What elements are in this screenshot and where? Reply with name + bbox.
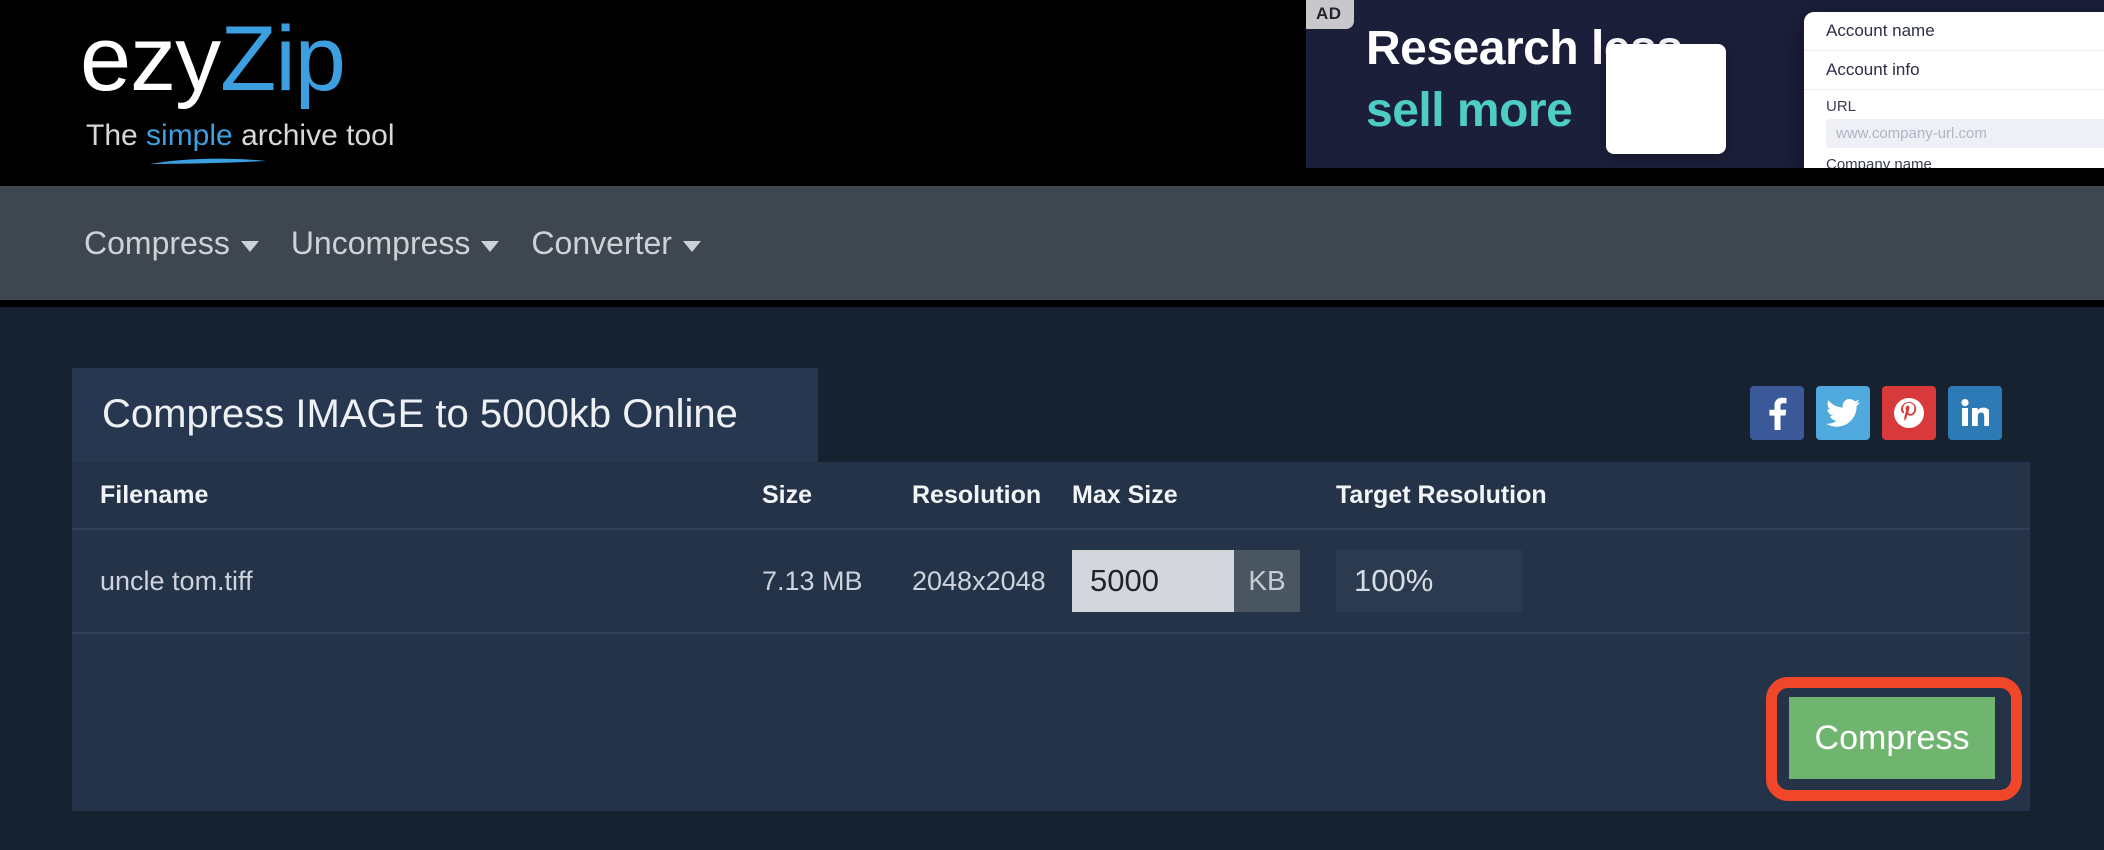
main-navbar: Compress Uncompress Converter (0, 186, 2104, 300)
table-header-row: Filename Size Resolution Max Size Target… (72, 462, 2030, 530)
nav-item-converter-label: Converter (531, 225, 672, 261)
logo-secondary-text: Zip (220, 8, 346, 110)
chevron-down-icon (240, 240, 259, 252)
ad-mock-url-label: URL (1826, 98, 1857, 115)
tagline-highlight: simple (146, 119, 233, 152)
max-size-input-group: 5000 KB (1072, 550, 1300, 612)
logo-tagline: The simple archive tool (86, 118, 395, 164)
max-size-unit-addon: KB (1234, 550, 1300, 612)
cell-filename: uncle tom.tiff (100, 565, 253, 596)
cell-size: 7.13 MB (762, 565, 863, 596)
ad-mock-secondary-card (1606, 44, 1726, 154)
max-size-input[interactable]: 5000 (1072, 550, 1234, 612)
nav-item-compress-label: Compress (84, 225, 230, 261)
navbar-items: Compress Uncompress Converter (84, 186, 701, 300)
column-header-resolution: Resolution (912, 480, 1042, 509)
ad-form-mockup: Account name Account info URL www.compan… (1804, 12, 2104, 168)
social-share-buttons (1750, 386, 2002, 440)
linkedin-share-button[interactable] (1948, 386, 2002, 440)
files-table: Filename Size Resolution Max Size Target… (72, 462, 2030, 778)
site-logo[interactable]: ezyZip The simple archive tool (80, 8, 395, 164)
card-body: Filename Size Resolution Max Size Target… (72, 462, 2030, 811)
column-header-filename: Filename (100, 480, 209, 509)
nav-item-compress[interactable]: Compress (84, 225, 259, 261)
linkedin-icon (1961, 399, 1989, 426)
pinterest-share-button[interactable] (1882, 386, 1936, 440)
twitter-share-button[interactable] (1816, 386, 1870, 440)
twitter-icon (1826, 399, 1860, 427)
card-header-band: Compress IMAGE to 5000kb Online (72, 368, 818, 462)
ad-mock-company-name: Company name (1826, 156, 1932, 168)
target-resolution-select[interactable]: 100% (1336, 550, 1522, 612)
underline-swoosh-icon (150, 158, 266, 164)
compress-card: Compress IMAGE to 5000kb Online Filename… (72, 368, 2030, 811)
facebook-share-button[interactable] (1750, 386, 1804, 440)
chevron-down-icon (682, 240, 701, 252)
ad-mock-account-name: Account name (1804, 12, 2104, 51)
cell-max-size: 5000 KB (1072, 550, 1336, 612)
page-root: ezyZip The simple archive tool AD Resear… (0, 0, 2104, 850)
nav-item-uncompress-label: Uncompress (290, 225, 471, 261)
column-header-max-size: Max Size (1072, 480, 1178, 509)
logo-text: ezyZip (80, 8, 394, 110)
site-header: ezyZip The simple archive tool AD Resear… (0, 0, 2104, 186)
column-header-size: Size (762, 480, 813, 509)
column-header-target-resolution: Target Resolution (1336, 480, 1547, 509)
tagline-after: archive tool (232, 119, 395, 152)
logo-primary-text: ezy (80, 8, 221, 110)
page-title: Compress IMAGE to 5000kb Online (102, 392, 738, 436)
ad-banner[interactable]: AD Research less, sell more Account name… (1306, 0, 2104, 168)
cell-target-resolution: 100% (1336, 550, 1736, 612)
compress-button[interactable]: Compress (1789, 697, 1995, 779)
facebook-icon (1769, 397, 1787, 430)
ad-badge: AD (1306, 0, 1354, 29)
table-row: uncle tom.tiff 7.13 MB 2048x2048 5000 KB… (72, 530, 2030, 634)
nav-item-uncompress[interactable]: Uncompress (291, 225, 500, 261)
navbar-divider (0, 300, 2104, 307)
pinterest-icon (1894, 398, 1924, 428)
cell-resolution: 2048x2048 (912, 565, 1046, 596)
ad-mock-account-info: Account info (1804, 51, 2104, 90)
tagline-before: The (86, 119, 147, 152)
ad-mock-url-input: www.company-url.com (1826, 119, 2104, 148)
chevron-down-icon (481, 240, 500, 252)
nav-item-converter[interactable]: Converter (531, 225, 701, 261)
table-footer-row (72, 634, 2030, 778)
